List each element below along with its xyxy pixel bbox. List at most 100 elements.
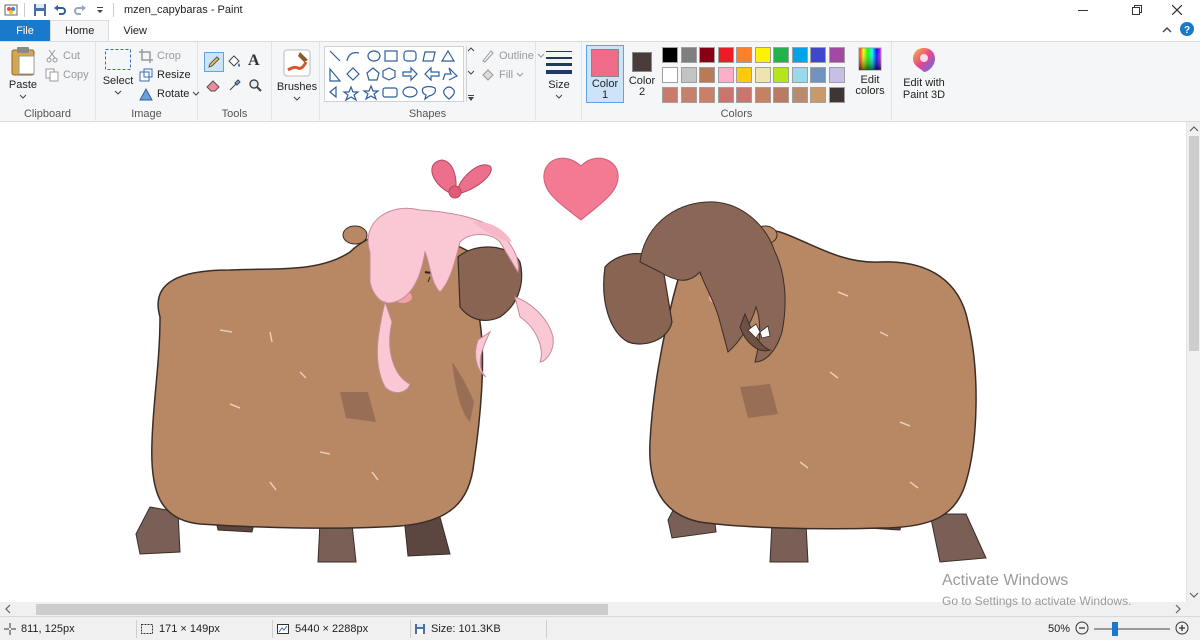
cut-button[interactable]: Cut xyxy=(44,47,80,65)
fill-tool[interactable] xyxy=(226,54,242,73)
paint-app-icon[interactable] xyxy=(2,1,20,19)
tab-view[interactable]: View xyxy=(109,20,161,41)
palette-swatch[interactable] xyxy=(773,87,789,103)
chevron-down-icon xyxy=(19,94,27,99)
shapes-gallery-scroll[interactable] xyxy=(466,46,474,102)
scroll-left-icon[interactable] xyxy=(4,604,12,614)
brush-icon xyxy=(283,49,311,77)
shapes-gallery-icons xyxy=(329,49,459,102)
expand-gallery-icon xyxy=(467,95,474,101)
magnifier-tool[interactable] xyxy=(248,78,262,95)
colors-group: Color 1 Color 2 Edit colors Colors xyxy=(582,42,892,122)
palette-swatch[interactable] xyxy=(662,87,678,103)
minimize-button[interactable] xyxy=(1060,0,1106,20)
horizontal-scrollbar[interactable] xyxy=(0,602,1186,616)
tools-group-label: Tools xyxy=(221,108,248,120)
collapse-ribbon-icon[interactable] xyxy=(1162,25,1172,37)
clipboard-group-label: Clipboard xyxy=(23,108,72,120)
help-icon[interactable]: ? xyxy=(1180,22,1194,39)
palette-swatch[interactable] xyxy=(680,87,697,103)
text-tool-icon[interactable]: A xyxy=(248,52,260,70)
canvas-area[interactable] xyxy=(0,122,1186,602)
palette-swatch[interactable] xyxy=(791,67,808,83)
paint3d-label-2: Paint 3D xyxy=(902,89,946,101)
crop-button[interactable]: Crop xyxy=(138,47,181,65)
divider xyxy=(272,620,273,638)
scroll-right-icon[interactable] xyxy=(1174,604,1182,614)
paste-button[interactable]: Paste xyxy=(6,46,40,102)
scroll-down-icon[interactable] xyxy=(1189,591,1199,599)
color-picker-tool[interactable] xyxy=(228,78,242,95)
palette-swatch[interactable] xyxy=(699,87,715,103)
color2-button[interactable]: Color 2 xyxy=(626,45,658,103)
tab-file[interactable]: File xyxy=(0,20,50,41)
edit-with-paint3d-button[interactable]: Edit with Paint 3D xyxy=(898,46,950,101)
palette-swatch[interactable] xyxy=(754,87,771,103)
zoom-out-icon[interactable] xyxy=(1075,621,1089,638)
shapes-gallery[interactable] xyxy=(324,46,464,102)
size-button[interactable]: Size xyxy=(540,48,578,103)
select-icon xyxy=(105,49,131,70)
title-bar: mzen_capybaras - Paint xyxy=(0,0,1200,20)
eraser-tool[interactable] xyxy=(206,78,222,95)
palette-swatch[interactable] xyxy=(791,47,808,63)
zoom-slider[interactable] xyxy=(1094,622,1171,636)
color-spectrum-icon xyxy=(858,47,882,71)
undo-icon[interactable] xyxy=(51,1,69,19)
palette-swatch[interactable] xyxy=(736,87,752,103)
palette-swatch[interactable] xyxy=(791,87,808,103)
status-bar: 811, 125px 171 × 149px 5440 × 2288px Siz… xyxy=(0,616,1200,640)
palette-swatch[interactable] xyxy=(662,47,678,63)
customize-toolbar-icon[interactable] xyxy=(91,1,109,19)
palette-swatch[interactable] xyxy=(810,67,826,83)
rotate-button[interactable]: Rotate xyxy=(138,85,200,103)
palette-swatch[interactable] xyxy=(754,67,771,83)
select-button[interactable]: Select xyxy=(100,48,136,99)
palette-swatch[interactable] xyxy=(699,47,715,63)
vertical-scroll-thumb[interactable] xyxy=(1189,136,1199,351)
scroll-up-icon[interactable] xyxy=(1189,125,1199,133)
copy-button[interactable]: Copy xyxy=(44,66,89,84)
tab-home[interactable]: Home xyxy=(50,20,110,41)
paint3d-icon xyxy=(913,48,935,72)
horizontal-scroll-thumb[interactable] xyxy=(36,604,608,615)
palette-swatch[interactable] xyxy=(828,47,845,63)
pencil-tool[interactable] xyxy=(204,52,224,72)
color1-button[interactable]: Color 1 xyxy=(586,45,624,103)
palette-swatch[interactable] xyxy=(754,47,771,63)
zoom-in-icon[interactable] xyxy=(1175,621,1189,638)
palette-swatch[interactable] xyxy=(773,67,789,83)
edit-colors-label-2: colors xyxy=(855,85,885,97)
drawing-canvas[interactable] xyxy=(0,122,1186,602)
palette-swatch[interactable] xyxy=(828,87,845,103)
right-capybara-drawing xyxy=(603,201,987,563)
cursor-position: 811, 125px xyxy=(4,617,75,640)
save-icon[interactable] xyxy=(31,1,49,19)
palette-swatch[interactable] xyxy=(717,67,734,83)
close-button[interactable] xyxy=(1154,0,1200,20)
palette-swatch[interactable] xyxy=(699,67,715,83)
palette-swatch[interactable] xyxy=(717,47,734,63)
select-label: Select xyxy=(102,75,134,87)
zoom-slider-thumb[interactable] xyxy=(1111,622,1118,636)
palette-swatch[interactable] xyxy=(773,47,789,63)
palette-swatch[interactable] xyxy=(717,87,734,103)
palette-swatch[interactable] xyxy=(680,47,697,63)
palette-swatch[interactable] xyxy=(810,47,826,63)
edit-colors-button[interactable]: Edit colors xyxy=(850,46,890,97)
eyedropper-icon xyxy=(229,79,241,91)
palette-swatch[interactable] xyxy=(662,67,678,83)
palette-swatch[interactable] xyxy=(736,47,752,63)
palette-swatch[interactable] xyxy=(736,67,752,83)
brushes-button[interactable]: Brushes xyxy=(276,48,318,105)
size-label: Size xyxy=(548,79,570,91)
vertical-scrollbar[interactable] xyxy=(1186,122,1200,602)
redo-icon[interactable] xyxy=(71,1,89,19)
palette-swatch[interactable] xyxy=(680,67,697,83)
palette-swatch[interactable] xyxy=(810,87,826,103)
resize-button[interactable]: Resize xyxy=(138,66,191,84)
file-size-text: Size: 101.3KB xyxy=(431,623,501,635)
crosshair-icon xyxy=(4,623,16,635)
fill-button[interactable]: Fill xyxy=(480,66,524,84)
palette-swatch[interactable] xyxy=(828,67,845,83)
